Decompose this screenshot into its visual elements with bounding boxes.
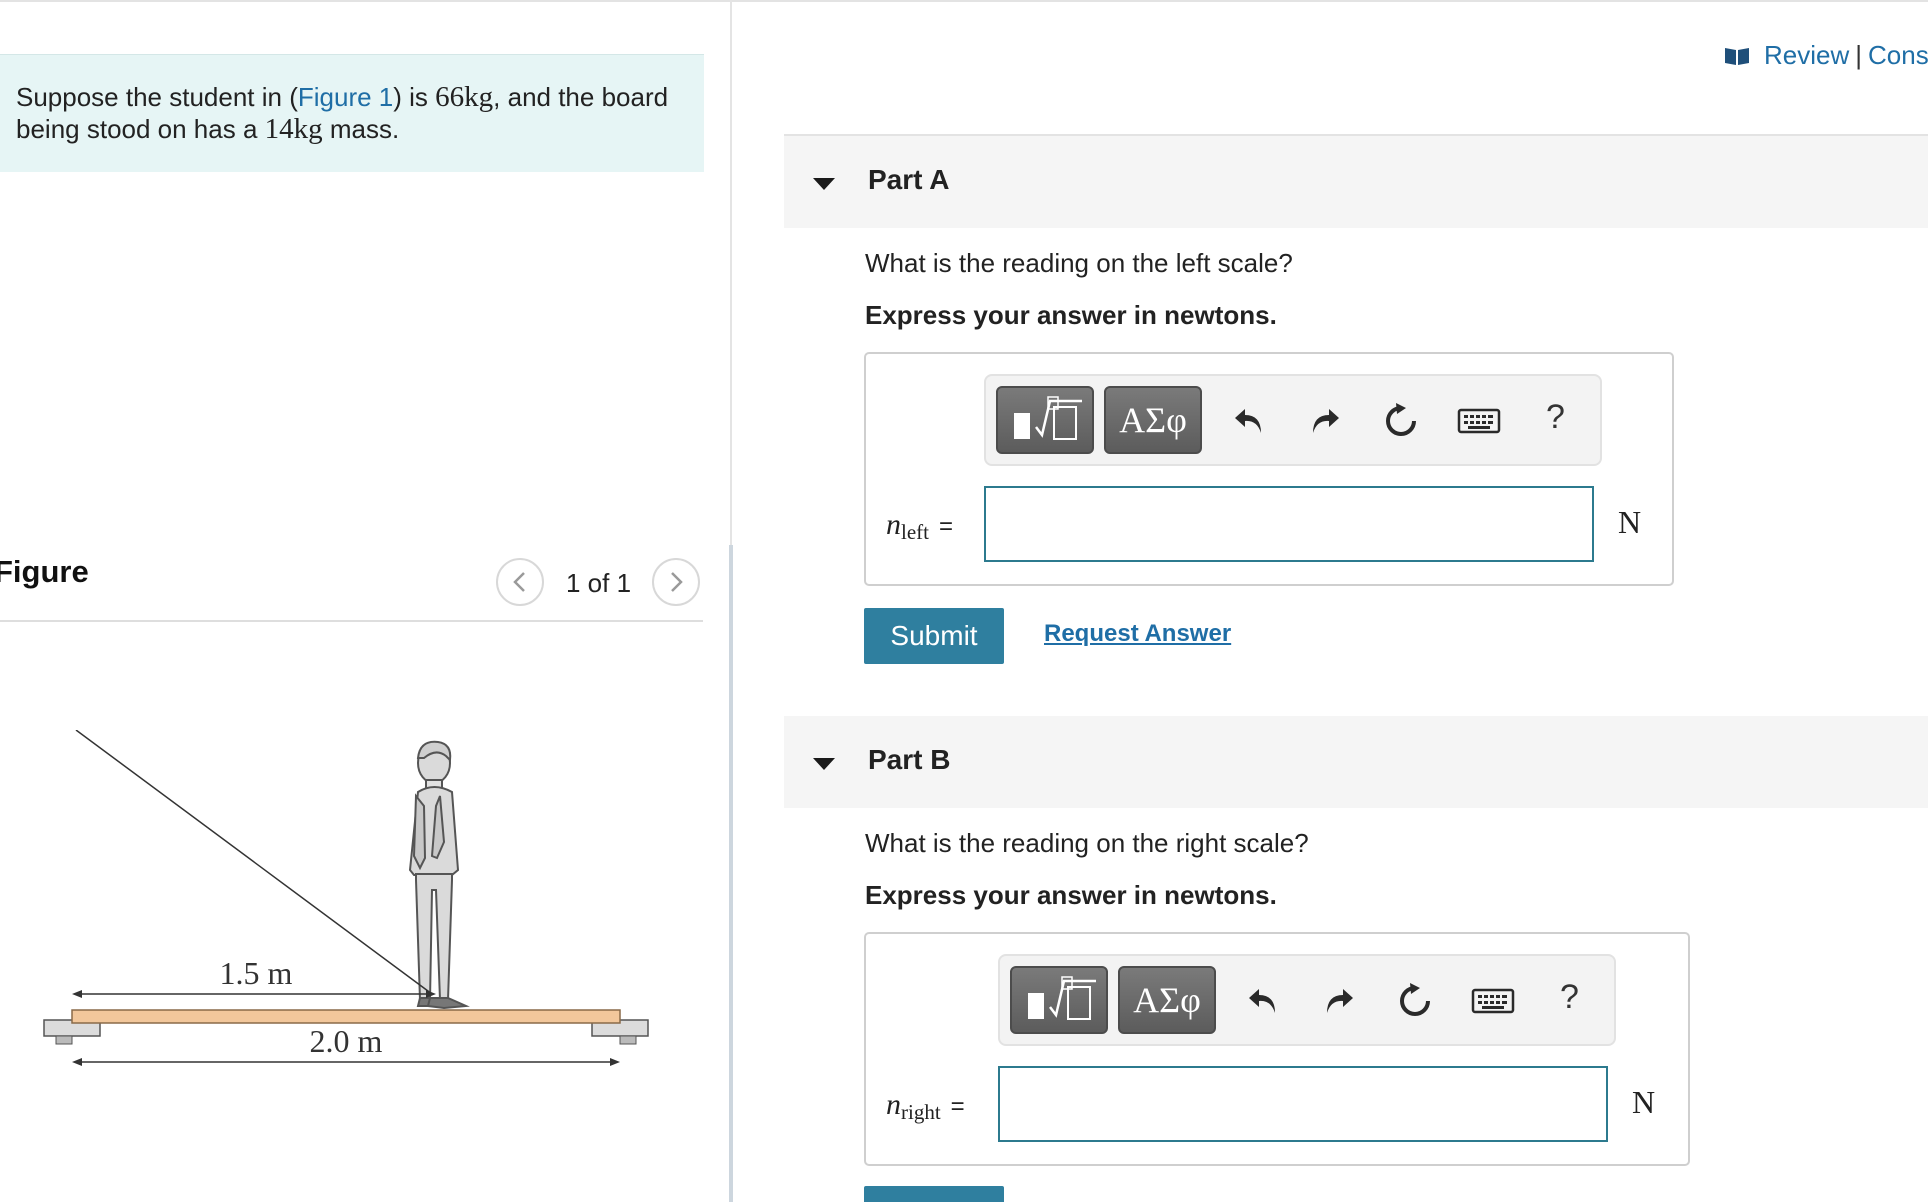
problem-text: mass. [322,114,400,144]
part-b-math-toolbar: ΑΣφ ? [998,954,1616,1046]
keyboard-button[interactable] [1470,980,1516,1022]
keyboard-icon [1471,988,1515,1014]
undo-icon [1235,409,1261,433]
pane-divider [730,0,732,545]
keyboard-button[interactable] [1456,400,1502,442]
equals-sign: = [938,513,953,540]
variable-symbol: n [886,508,901,541]
problem-text: ) is [393,82,436,112]
student-mass: 66kg [435,81,494,113]
part-b-answer-box: ΑΣφ ? nright = N [864,932,1690,1166]
problem-pane: Suppose the student in (Figure 1) is 66k… [0,0,730,1202]
part-b-unit: N [1632,1084,1656,1120]
greek-symbols-label: ΑΣφ [1133,980,1201,1020]
greek-symbols-button[interactable]: ΑΣφ [1118,966,1216,1034]
figure-image: 1.5 m 2.0 m [43,730,649,1066]
chevron-right-icon [671,572,683,592]
templates-icon [1014,396,1082,440]
previous-figure-button[interactable] [496,558,544,606]
part-b-instruction: Express your answer in newtons. [865,880,1277,910]
redo-button[interactable] [1304,400,1346,442]
templates-button[interactable] [996,386,1094,454]
review-label[interactable]: Review [1764,40,1849,71]
figure-pager: 1 of 1 [566,568,632,598]
help-button[interactable]: ? [1546,398,1565,437]
part-b-variable-label: nright = [886,1088,965,1124]
templates-button[interactable] [1010,966,1108,1034]
figure-link[interactable]: Figure 1 [298,82,393,112]
part-a-unit: N [1618,504,1642,540]
dimension-short: 1.5 m [220,955,293,991]
equals-sign: = [950,1093,965,1120]
undo-icon [1249,989,1275,1013]
header-divider: | [1855,40,1863,70]
constants-label[interactable]: Cons [1868,40,1928,71]
part-b-submit-button[interactable] [864,1186,1004,1202]
pane-resize-handle[interactable] [729,545,733,1202]
help-icon: ? [1546,398,1565,436]
part-a-instruction: Express your answer in newtons. [865,300,1277,330]
caret-down-icon[interactable] [812,177,836,191]
greek-symbols-label: ΑΣφ [1119,400,1187,440]
redo-icon [1313,409,1339,433]
part-a-submit-button[interactable]: Submit [864,608,1004,664]
figure-title: Figure [0,554,89,589]
reset-button[interactable] [1394,980,1436,1022]
problem-text: Suppose the student in ( [16,82,298,112]
undo-button[interactable] [1228,400,1270,442]
part-a-request-answer-link[interactable]: Request Answer [1044,620,1231,648]
student-figure [408,740,470,1010]
book-icon [1725,47,1749,65]
problem-statement: Suppose the student in (Figure 1) is 66k… [0,54,704,172]
part-b-question: What is the reading on the right scale? [865,828,1309,858]
variable-symbol: n [886,1088,901,1121]
part-b-answer-input[interactable] [998,1066,1608,1142]
board-mass: 14kg [264,113,323,145]
help-button[interactable]: ? [1560,978,1579,1017]
keyboard-icon [1457,408,1501,434]
redo-button[interactable] [1318,980,1360,1022]
part-a-answer-input[interactable] [984,486,1594,562]
part-a-variable-label: nleft = [886,508,953,544]
undo-button[interactable] [1242,980,1284,1022]
variable-subscript: right [901,1100,941,1124]
chevron-left-icon [513,572,525,592]
dimension-long: 2.0 m [310,1023,383,1059]
greek-symbols-button[interactable]: ΑΣφ [1104,386,1202,454]
redo-icon [1327,989,1353,1013]
templates-icon [1028,976,1096,1020]
part-b-header[interactable]: Part B [784,716,1928,808]
figure-divider [0,620,703,622]
help-icon: ? [1560,978,1579,1016]
review-constants-link[interactable]: Review | Cons [1724,40,1928,71]
part-a-math-toolbar: ΑΣφ ? [984,374,1602,466]
part-b-title: Part B [868,744,951,775]
next-figure-button[interactable] [652,558,700,606]
part-a-title: Part A [868,164,950,195]
variable-subscript: left [901,520,929,544]
part-a-answer-box: ΑΣφ ? nleft = N [864,352,1674,586]
caret-down-icon[interactable] [812,757,836,771]
part-a-question: What is the reading on the left scale? [865,248,1293,278]
part-a-header[interactable]: Part A [784,136,1928,228]
reset-icon [1400,983,1430,1016]
reset-button[interactable] [1380,400,1422,442]
reset-icon [1386,403,1416,436]
